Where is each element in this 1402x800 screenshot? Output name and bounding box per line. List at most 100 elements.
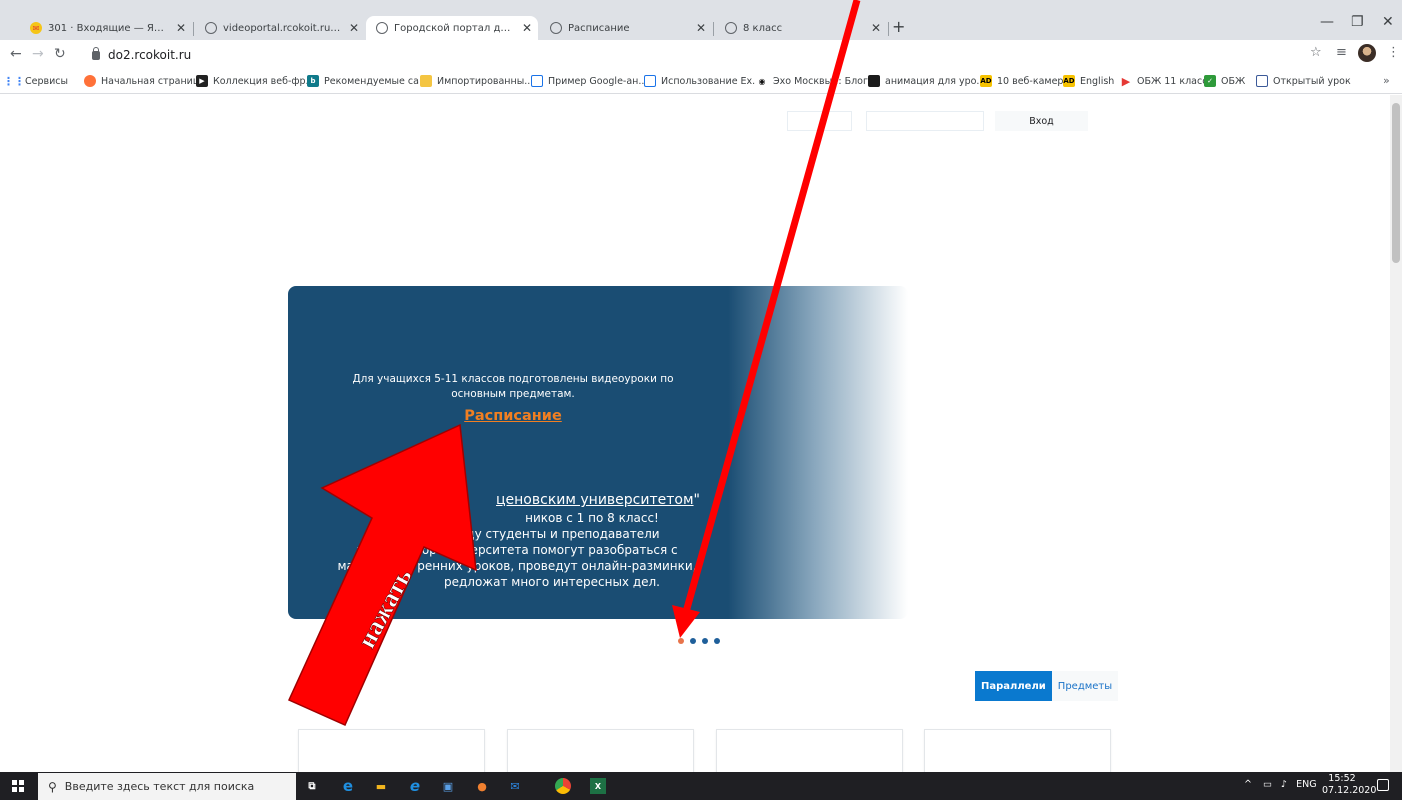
address-bar[interactable]: do2.rcokoit.ru (92, 44, 1342, 66)
new-tab-button[interactable]: + (892, 17, 905, 36)
search-placeholder: Введите здесь текст для поиска (64, 780, 255, 793)
header-button-faded-2[interactable] (866, 111, 984, 131)
close-tab-icon[interactable]: ✕ (522, 21, 532, 35)
taskbar-search[interactable]: ⚲ Введите здесь текст для поиска (38, 773, 296, 800)
bookmark-services[interactable]: ⋮⋮ Сервисы (3, 74, 69, 88)
grade-card[interactable] (924, 729, 1111, 772)
folder-icon (420, 75, 432, 87)
bookmark-recommended[interactable]: b Рекомендуемые са... (307, 75, 428, 87)
globe-icon (550, 22, 562, 34)
slide-body: ников с 1 по 8 класс! С по тницу студент… (312, 510, 722, 590)
menu-dots-icon[interactable]: ⋮ (1387, 45, 1400, 60)
close-window-button[interactable]: ✕ (1382, 14, 1394, 30)
task-view-icon[interactable]: ⧉ (304, 778, 320, 794)
bookmark-excel-usage[interactable]: Использование Ex... (644, 75, 761, 87)
edge-icon[interactable]: e (340, 777, 356, 795)
reload-icon[interactable]: ↻ (54, 46, 66, 62)
lock-icon[interactable] (92, 46, 100, 60)
bookmark-webcams[interactable]: AD 10 веб-камер (980, 75, 1063, 87)
profile-avatar[interactable] (1358, 44, 1376, 62)
tab-8-class[interactable]: 8 класс ✕ (715, 16, 887, 40)
grade-card[interactable] (716, 729, 903, 772)
chrome-icon[interactable] (555, 778, 571, 794)
tab-city-portal[interactable]: Городской портал дистанционн ✕ (366, 16, 538, 40)
clock-date: 07.12.2020 (1322, 785, 1377, 796)
bookmark-echo[interactable]: ◉ Эхо Москвы :: Блог... (756, 75, 877, 87)
language-indicator[interactable]: ENG (1296, 779, 1316, 790)
carousel-dot[interactable] (690, 638, 696, 644)
bookmark-label: Коллекция веб-фр... (213, 75, 315, 87)
bookmark-obzh[interactable]: ✓ ОБЖ (1204, 75, 1245, 87)
network-icon[interactable]: ▭ (1263, 779, 1272, 790)
bookmarks-more-icon[interactable]: » (1383, 74, 1390, 87)
close-tab-icon[interactable]: ✕ (871, 21, 881, 35)
reading-list-icon[interactable]: ≡ (1336, 45, 1347, 60)
tab-schedule[interactable]: Расписание ✕ (540, 16, 712, 40)
animation-icon (868, 75, 880, 87)
grade-card[interactable] (507, 729, 694, 772)
view-toggle: Параллели Предметы (975, 671, 1119, 701)
grade-card[interactable] (298, 729, 485, 772)
bookmark-label: Пример Google-ан... (548, 75, 648, 87)
bookmark-animation[interactable]: анимация для уро... (868, 75, 985, 87)
headline-quote: " (693, 492, 700, 508)
echo-icon: ◉ (756, 75, 768, 87)
globe-icon (376, 22, 388, 34)
page-scrollbar[interactable] (1390, 95, 1402, 772)
apps-grid-icon: ⋮⋮ (3, 74, 25, 88)
tab-videoportal[interactable]: videoportal.rcokoit.ru/bysubject ✕ (195, 16, 365, 40)
bookmark-label: English (1080, 75, 1115, 87)
check-icon: ✓ (1204, 75, 1216, 87)
mail-icon: ✉ (30, 22, 42, 34)
carousel-dot[interactable] (714, 638, 720, 644)
bookmark-home[interactable]: Начальная страница (84, 75, 205, 87)
carousel-dot[interactable] (702, 638, 708, 644)
play-icon: ▶ (1120, 74, 1132, 88)
clock-time: 15:52 (1328, 773, 1356, 784)
file-explorer-icon[interactable]: ▬ (373, 778, 389, 794)
login-button[interactable]: Вход (995, 111, 1088, 131)
header-button-faded-1[interactable] (787, 111, 852, 131)
store-icon[interactable]: ▣ (440, 778, 456, 794)
bookmark-collection[interactable]: ▶ Коллекция веб-фр... (196, 75, 315, 87)
notification-icon[interactable] (1377, 779, 1389, 791)
star-icon[interactable]: ☆ (1310, 45, 1322, 60)
carousel-slide: Для учащихся 5-11 классов подготовлены в… (288, 286, 908, 619)
restore-button[interactable]: ❐ (1351, 14, 1364, 30)
windows-start-icon[interactable] (12, 780, 24, 792)
close-tab-icon[interactable]: ✕ (176, 21, 186, 35)
photos-icon[interactable]: ● (474, 778, 490, 794)
bookmark-open-lesson[interactable]: Открытый урок (1256, 75, 1351, 87)
tab-parallels[interactable]: Параллели (975, 671, 1052, 701)
volume-icon[interactable]: ♪ (1281, 779, 1287, 790)
tab-subjects[interactable]: Предметы (1051, 671, 1119, 701)
carousel-dot[interactable] (678, 638, 684, 644)
forward-arrow-icon[interactable]: → (32, 46, 44, 62)
close-tab-icon[interactable]: ✕ (349, 21, 359, 35)
slide-body-line: пед ор верситета помогут разобраться с (356, 543, 678, 557)
schedule-link[interactable]: Расписание (288, 408, 738, 424)
chevron-up-icon[interactable]: ^ (1244, 779, 1252, 790)
taskbar-clock[interactable]: 15:52 07.12.2020 (1322, 773, 1377, 797)
close-tab-icon[interactable]: ✕ (696, 21, 706, 35)
tab-title: 301 · Входящие — Яндекс.Почта (48, 22, 170, 34)
bookmark-english[interactable]: AD English (1063, 75, 1114, 87)
bookmark-google-forms[interactable]: Пример Google-ан... (531, 75, 647, 87)
mail-app-icon[interactable]: ✉ (507, 778, 523, 794)
excel-icon[interactable]: X (590, 778, 606, 794)
internet-explorer-icon[interactable]: e (407, 777, 423, 795)
bookmark-label: 10 веб-камер (997, 75, 1064, 87)
minimize-button[interactable]: — (1320, 14, 1334, 30)
bookmark-obzh-11[interactable]: ▶ ОБЖ 11 класс (1120, 74, 1208, 88)
address-text: do2.rcokoit.ru (108, 48, 192, 62)
bookmark-imported[interactable]: Импортированны... (420, 75, 533, 87)
university-link[interactable]: ценовским университетом (496, 492, 694, 508)
scrollbar-thumb[interactable] (1392, 103, 1400, 263)
tab-title: Расписание (568, 22, 630, 34)
bookmark-label: ОБЖ 11 класс (1137, 75, 1208, 87)
tab-yandex-mail[interactable]: ✉ 301 · Входящие — Яндекс.Почта ✕ (20, 16, 192, 40)
bookmark-label: Сервисы (25, 75, 69, 87)
carousel-indicators (678, 638, 720, 644)
ad-icon: AD (1063, 75, 1075, 87)
back-arrow-icon[interactable]: ← (10, 46, 22, 62)
